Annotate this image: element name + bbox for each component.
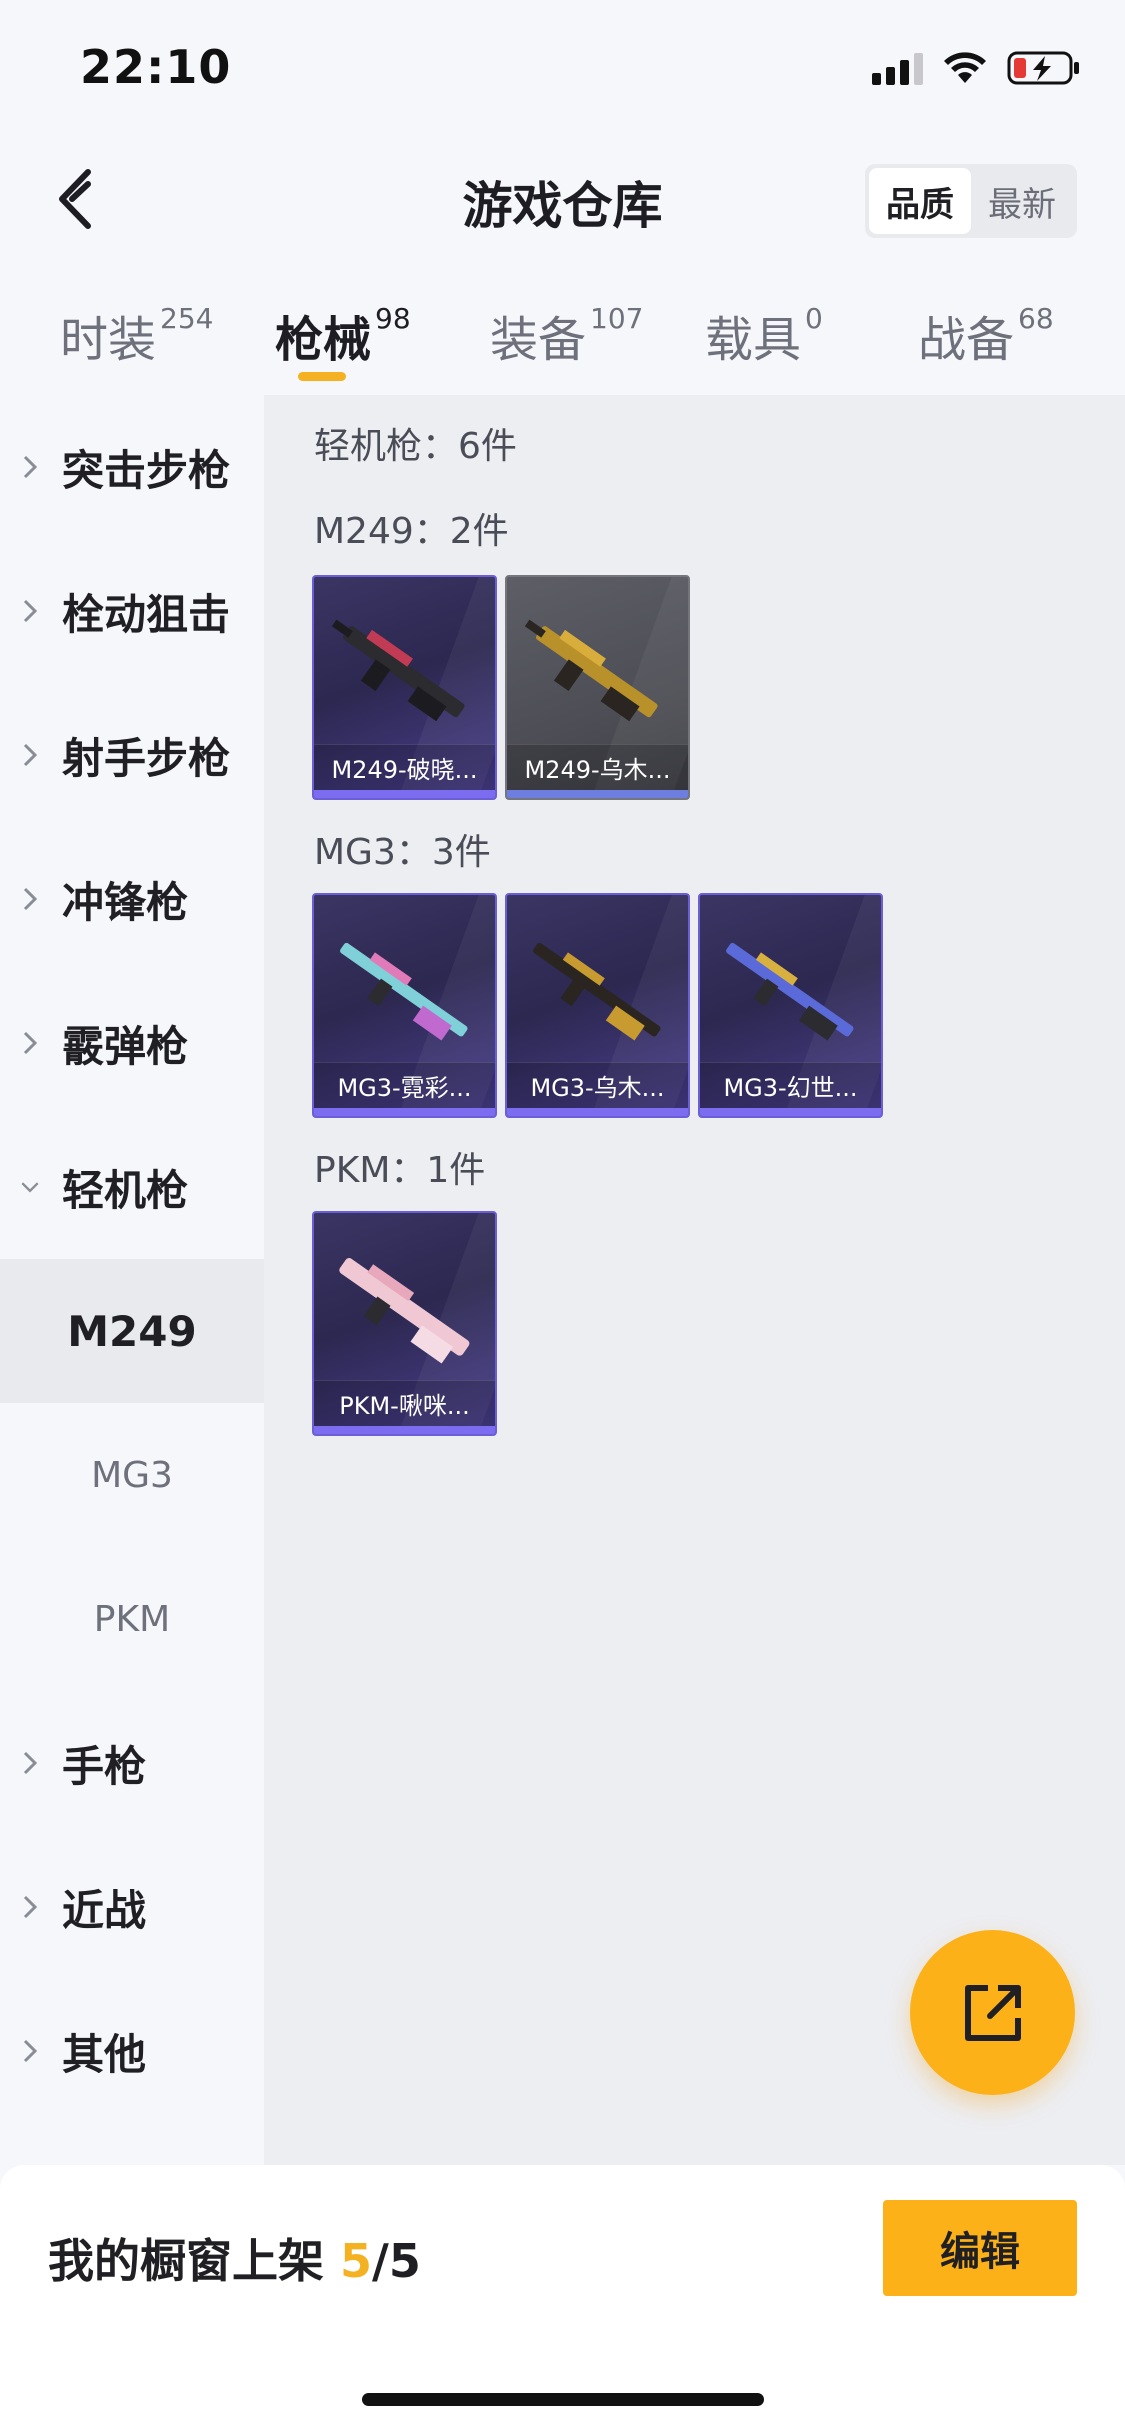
rarity-bar: [314, 1426, 495, 1434]
showcase-status: 我的橱窗上架 5/5: [48, 2225, 421, 2291]
tab-supplies[interactable]: 战备 68: [918, 300, 1054, 370]
weapon-icon: [340, 942, 468, 1041]
sort-newest-button[interactable]: 最新: [971, 168, 1073, 234]
sidebar-item-pistol[interactable]: 手枪: [0, 1691, 264, 1835]
sidebar-item-marksman-rifle[interactable]: 射手步枪: [0, 683, 264, 827]
weapon-icon: [331, 619, 465, 722]
sidebar-item-label: 突击步枪: [62, 445, 231, 495]
item-card[interactable]: MG3-霓彩...: [312, 893, 497, 1118]
item-card[interactable]: MG3-幻世...: [698, 893, 883, 1118]
showcase-total-count: /5: [372, 2234, 421, 2288]
category-tabs: 时装 254 枪械 98 装备 107 载具 0 战备 68: [0, 290, 1125, 395]
sort-quality-button[interactable]: 品质: [869, 168, 971, 234]
category-summary: 轻机枪：6件: [314, 426, 517, 467]
tab-weapons[interactable]: 枪械 98: [275, 300, 411, 370]
item-card[interactable]: M249-乌木...: [505, 575, 690, 800]
tab-equipment[interactable]: 装备 107: [490, 300, 643, 370]
sidebar-item-bolt-sniper[interactable]: 栓动狙击: [0, 539, 264, 683]
chevron-right-icon: [0, 886, 40, 912]
battery-icon: [1007, 51, 1079, 85]
status-bar: 22:10: [0, 0, 1125, 135]
chevron-right-icon: [0, 1030, 40, 1056]
sidebar-sub-m249[interactable]: M249: [0, 1259, 264, 1403]
tab-label: 战备: [918, 312, 1015, 368]
tab-fashion[interactable]: 时装 254: [60, 300, 213, 370]
item-name: MG3-幻世...: [700, 1062, 881, 1108]
wifi-icon: [944, 52, 986, 83]
item-card[interactable]: PKM-啾咪...: [312, 1211, 497, 1436]
item-name: M249-乌木...: [507, 744, 688, 790]
tab-label: 载具: [705, 312, 802, 368]
sidebar-sub-pkm[interactable]: PKM: [0, 1547, 264, 1691]
edit-button[interactable]: 编辑: [883, 2200, 1077, 2296]
sidebar-sub-mg3[interactable]: MG3: [0, 1403, 264, 1547]
sidebar-item-label: 手枪: [62, 1741, 147, 1791]
chevron-right-icon: [0, 454, 40, 480]
tab-vehicles[interactable]: 载具 0: [705, 300, 823, 370]
item-name: MG3-乌木...: [507, 1062, 688, 1108]
rarity-bar: [507, 790, 688, 798]
sort-toggle: 品质 最新: [865, 164, 1077, 238]
sidebar-item-label: 冲锋枪: [62, 877, 189, 927]
sidebar-item-assault-rifle[interactable]: 突击步枪: [0, 395, 264, 539]
status-time: 22:10: [80, 40, 232, 94]
weapon-icon: [339, 1258, 470, 1364]
showcase-label: 我的橱窗上架: [48, 2234, 324, 2288]
nav-bar: 游戏仓库 品质 最新: [0, 140, 1125, 260]
rarity-bar: [700, 1108, 881, 1116]
category-sidebar: 突击步枪 栓动狙击 射手步枪 冲锋枪 霰弹枪 轻机枪 M249 MG3 PKM …: [0, 395, 264, 2165]
weapon-icon: [533, 942, 661, 1041]
sidebar-item-label: 近战: [62, 1885, 147, 1935]
chevron-right-icon: [0, 742, 40, 768]
item-card[interactable]: M249-破晓...: [312, 575, 497, 800]
tab-label: 枪械: [275, 312, 372, 368]
weapon-icon: [524, 619, 658, 722]
rarity-bar: [314, 790, 495, 798]
tab-count: 254: [160, 302, 214, 335]
sidebar-item-smg[interactable]: 冲锋枪: [0, 827, 264, 971]
inventory-content: 轻机枪：6件 M249：2件 M249-破晓... M249-乌木... MG3…: [264, 395, 1125, 2165]
sidebar-item-label: 射手步枪: [62, 733, 231, 783]
weapon-icon: [726, 942, 854, 1041]
sidebar-item-label: 栓动狙击: [62, 589, 231, 639]
chevron-down-icon: [0, 1179, 40, 1195]
home-indicator[interactable]: [362, 2393, 764, 2406]
tab-label: 时装: [60, 312, 157, 368]
cellular-signal-icon: [872, 51, 923, 85]
sidebar-item-shotgun[interactable]: 霰弹枪: [0, 971, 264, 1115]
tab-count: 98: [375, 302, 411, 335]
tab-count: 68: [1018, 302, 1054, 335]
group-heading-mg3: MG3：3件: [314, 832, 491, 873]
group-heading-m249: M249：2件: [314, 511, 509, 552]
sidebar-item-melee[interactable]: 近战: [0, 1835, 264, 1979]
rarity-bar: [507, 1108, 688, 1116]
item-card[interactable]: MG3-乌木...: [505, 893, 690, 1118]
item-name: MG3-霓彩...: [314, 1062, 495, 1108]
sidebar-item-lmg[interactable]: 轻机枪: [0, 1115, 264, 1259]
status-icons: [872, 48, 1081, 88]
sidebar-item-label: 霰弹枪: [62, 1021, 189, 1071]
group-heading-pkm: PKM：1件: [314, 1150, 486, 1191]
tab-label: 装备: [490, 312, 587, 368]
showcase-current-count: 5: [340, 2234, 373, 2288]
chevron-right-icon: [0, 2038, 40, 2064]
external-link-icon: [964, 1984, 1021, 2041]
item-name: PKM-啾咪...: [314, 1380, 495, 1426]
tab-count: 0: [805, 302, 823, 335]
chevron-right-icon: [0, 1750, 40, 1776]
sidebar-item-label: 其他: [62, 2029, 147, 2079]
sidebar-item-other[interactable]: 其他: [0, 1979, 264, 2123]
item-name: M249-破晓...: [314, 744, 495, 790]
tab-count: 107: [590, 302, 644, 335]
chevron-right-icon: [0, 1894, 40, 1920]
sidebar-item-label: 轻机枪: [62, 1165, 189, 1215]
active-tab-indicator: [298, 372, 346, 381]
rarity-bar: [314, 1108, 495, 1116]
chevron-right-icon: [0, 598, 40, 624]
share-button[interactable]: [910, 1930, 1075, 2095]
